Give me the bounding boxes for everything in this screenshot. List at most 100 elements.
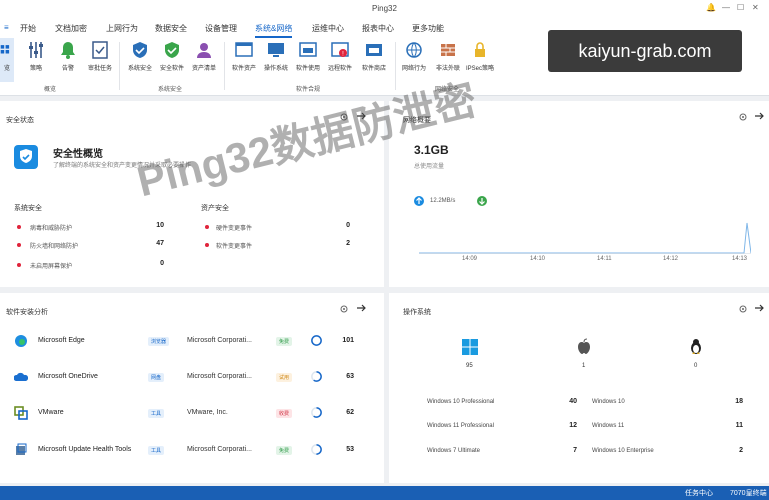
os-version-count: 7 <box>573 447 577 454</box>
ribbon-network-behavior[interactable]: 网络行为 <box>396 38 432 82</box>
arrow-right-icon[interactable] <box>754 303 764 313</box>
software-name[interactable]: Microsoft OneDrive <box>38 373 98 380</box>
install-count: 53 <box>346 446 354 453</box>
minimize-button[interactable]: — <box>722 3 730 12</box>
download-icon <box>477 196 487 206</box>
install-ratio-ring <box>311 444 322 455</box>
app-window-icon <box>299 42 317 57</box>
upload-icon <box>414 196 424 206</box>
settings-icon[interactable] <box>738 304 748 314</box>
group-separator <box>224 42 225 90</box>
install-ratio-ring <box>311 407 322 418</box>
menu-item-start[interactable]: 开始 <box>20 23 36 34</box>
ribbon-strategy[interactable]: 策略 <box>18 38 54 82</box>
arrow-right-icon[interactable] <box>356 111 366 121</box>
vendor-name: Microsoft Corporati... <box>187 373 252 380</box>
install-count: 101 <box>342 337 354 344</box>
firewall-icon <box>441 44 455 56</box>
checklist-icon <box>92 41 108 59</box>
category-tag: 浏览器 <box>148 337 170 346</box>
close-button[interactable]: ✕ <box>752 3 759 12</box>
client-count: 7070皇终端 <box>730 490 767 497</box>
left-item-label[interactable]: 防火墙和网络防护 <box>30 241 78 250</box>
network-total-label: 总使用流量 <box>414 164 445 170</box>
bell-icon <box>61 42 75 59</box>
alert-dot <box>17 263 21 267</box>
task-center-link[interactable]: 任务中心 <box>685 488 713 498</box>
category-tag: 工具 <box>148 446 165 455</box>
settings-icon[interactable] <box>339 304 349 314</box>
license-tag: 免费 <box>276 337 293 346</box>
settings-icon[interactable] <box>738 112 748 122</box>
sliders-icon <box>29 42 43 58</box>
menu-item-more[interactable]: 更多功能 <box>412 23 444 34</box>
vendor-name: Microsoft Corporati... <box>187 337 252 344</box>
shield-check-icon <box>165 42 179 58</box>
linux-icon <box>691 339 701 354</box>
left-item-label[interactable]: 未启用屏幕保护 <box>30 261 72 270</box>
right-item-label[interactable]: 软件变更事件 <box>216 241 252 250</box>
menu-item-ops-center[interactable]: 运维中心 <box>312 23 344 34</box>
menu-item-device-mgmt[interactable]: 设备管理 <box>205 23 237 34</box>
install-ratio-ring <box>311 335 322 346</box>
software-name[interactable]: VMware <box>38 409 64 416</box>
license-tag: 试用 <box>276 373 293 382</box>
shield-check-icon <box>14 145 38 169</box>
os-version-name: Windows 7 Ultimate <box>427 448 481 454</box>
ribbon-software-assets[interactable]: 软件资产 <box>226 38 262 82</box>
group-label-system-security: 系统安全 <box>158 87 183 93</box>
ribbon-asset-list[interactable]: 资产清单 <box>186 38 222 82</box>
time-tick: 14:10 <box>530 256 546 262</box>
ribbon-os[interactable]: 操作系统 <box>258 38 294 82</box>
bell-icon[interactable]: 🔔 <box>706 3 716 12</box>
lock-icon <box>475 42 485 57</box>
license-tag: 免费 <box>276 446 293 455</box>
menu-item-doc-encrypt[interactable]: 文档加密 <box>55 23 87 34</box>
card-title: 操作系统 <box>403 309 431 316</box>
group-label-overview: 概览 <box>44 87 57 93</box>
security-description: 了解终端的系统安全和资产变更情况并采取必要操作 <box>53 163 192 169</box>
os-card: 操作系统 95 1 0 Windows 10 Professional 40 W… <box>389 293 769 483</box>
status-bar: 任务中心 7070皇终端 <box>0 486 769 500</box>
arrow-right-icon[interactable] <box>754 111 764 121</box>
left-item-value: 0 <box>160 260 164 267</box>
menu-item-report-center[interactable]: 报表中心 <box>362 23 394 34</box>
alert-dot <box>17 225 21 229</box>
card-title: 安全状态 <box>6 117 34 124</box>
menu-item-system-network[interactable]: 系统&网络 <box>255 23 293 38</box>
linux-count: 0 <box>694 363 698 369</box>
arrow-right-icon[interactable] <box>356 303 366 313</box>
menu-item-web-behavior[interactable]: 上网行为 <box>106 23 138 34</box>
network-overview-card: 网络概要 3.1GB 总使用流量 12.2MB/s 14:09 14:10 14… <box>389 101 769 287</box>
title-bar: Ping32 🔔 — ☐ ✕ <box>0 0 769 18</box>
ribbon-approval[interactable]: 审批任务 <box>82 38 118 82</box>
category-tag: 工具 <box>148 409 165 418</box>
time-tick: 14:13 <box>732 256 748 262</box>
ribbon-software-usage[interactable]: 软件使用 <box>290 38 326 82</box>
window-icon <box>235 42 253 57</box>
os-version-count: 2 <box>739 447 743 454</box>
ribbon-overview[interactable]: 览 <box>0 38 14 82</box>
ribbon-illegal-outreach[interactable]: 非法外联 <box>430 38 466 82</box>
right-item-label[interactable]: 硬件变更事件 <box>216 223 252 232</box>
ribbon-software-store[interactable]: 软件商店 <box>356 38 392 82</box>
alert-dot <box>205 243 209 247</box>
time-tick: 14:11 <box>597 256 612 262</box>
ribbon-security-software[interactable]: 安全软件 <box>154 38 190 82</box>
system-security-title: 系统安全 <box>14 205 42 212</box>
left-item-value: 10 <box>156 222 164 229</box>
ribbon-alert[interactable]: 告警 <box>50 38 86 82</box>
menu-toggle[interactable]: ≡ <box>4 23 9 32</box>
settings-icon[interactable] <box>339 112 349 122</box>
menu-item-data-security[interactable]: 数据安全 <box>155 23 187 34</box>
update-tools-icon <box>16 443 27 455</box>
left-item-label[interactable]: 病毒和威胁防护 <box>30 223 72 232</box>
ribbon-remote-software[interactable]: ! 远程软件 <box>322 38 358 82</box>
ribbon-system-security[interactable]: 系统安全 <box>122 38 158 82</box>
ribbon-ipsec-policy[interactable]: IPSec策略 <box>462 38 498 82</box>
software-name[interactable]: Microsoft Edge <box>38 337 85 344</box>
maximize-button[interactable]: ☐ <box>737 3 744 12</box>
card-title: 网络概要 <box>403 117 431 124</box>
traffic-chart <box>419 222 751 254</box>
software-name[interactable]: Microsoft Update Health Tools <box>38 446 131 453</box>
